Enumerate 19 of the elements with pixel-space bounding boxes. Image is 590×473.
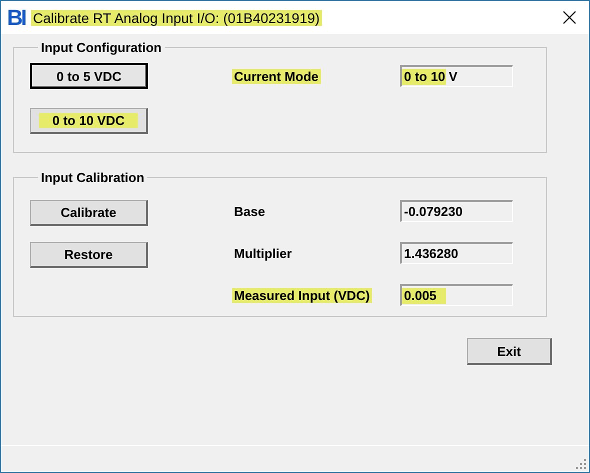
resize-grip-icon[interactable] [576,459,587,470]
field-label: Measured Input (VDC) [232,288,372,303]
value-field: 0.005 [400,284,513,306]
app-logo: BI [7,4,25,30]
group-title: Input Calibration [40,170,146,185]
push-button[interactable]: Calibrate [30,200,148,226]
field-label: Multiplier [233,246,293,261]
close-icon[interactable] [563,11,576,24]
exit-button[interactable]: Exit [467,338,552,365]
push-button[interactable]: 0 to 5 VDC [30,63,148,89]
value-field: 0 to 10 V [400,65,513,87]
value-field: -0.079230 [400,200,513,222]
group-title: Input Configuration [40,40,163,55]
value-field: 1.436280 [400,242,513,264]
push-button[interactable]: Restore [30,242,148,268]
field-label: Base [233,204,266,219]
window-title: Calibrate RT Analog Input I/O: (01B40231919) [31,10,322,26]
field-label: Current Mode [232,69,320,84]
push-button[interactable]: 0 to 10 VDC [30,108,148,134]
